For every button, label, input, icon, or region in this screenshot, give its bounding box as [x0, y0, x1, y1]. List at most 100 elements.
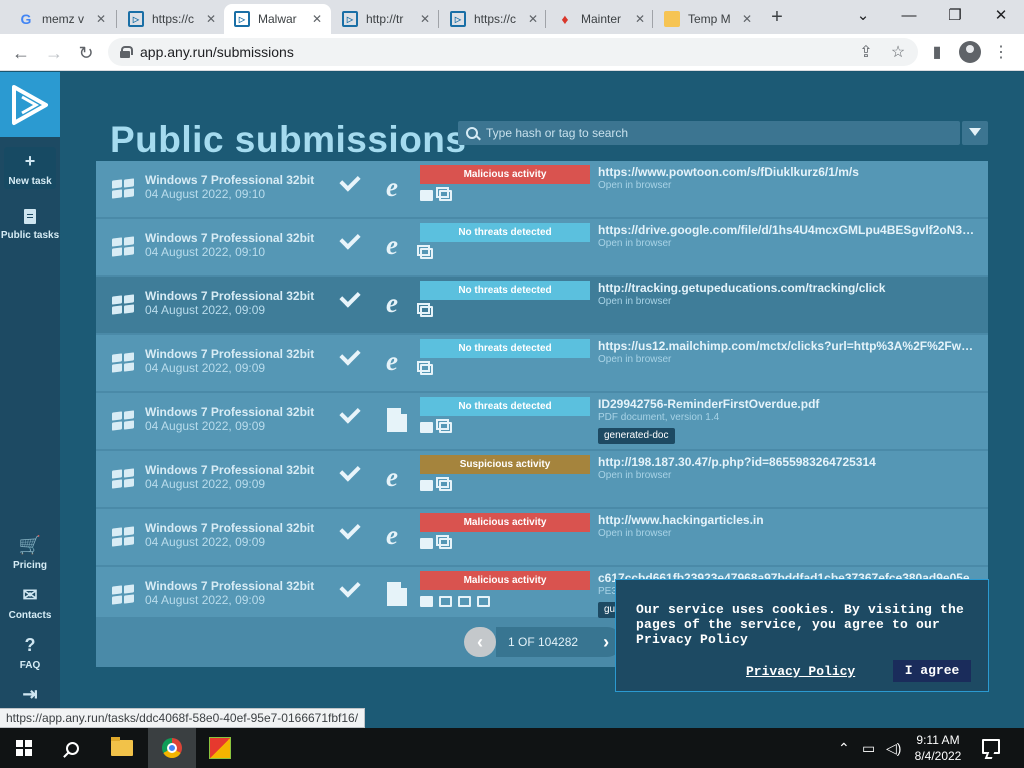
logout-button[interactable]: ⇥ [0, 684, 60, 709]
windows-os-icon [112, 352, 136, 373]
browser-tab[interactable]: Temp M ✕ [654, 4, 761, 34]
close-icon[interactable]: ✕ [417, 12, 433, 26]
submission-date: 04 August 2022, 09:10 [145, 187, 266, 201]
tab-title: https://c [152, 12, 195, 26]
clock-time: 9:11 AM [916, 733, 960, 747]
submission-subtitle: Open in browser [598, 238, 672, 249]
browser-tab-active[interactable]: ▷ Malwar ✕ [224, 4, 331, 34]
search-icon [65, 741, 79, 755]
process-icon [420, 480, 433, 491]
submission-target[interactable]: https://www.powtoon.com/s/fDiuklkurz6/1/… [598, 165, 978, 179]
browser-tab[interactable]: ▷ http://tr ✕ [332, 4, 439, 34]
new-task-button[interactable]: + New task [4, 147, 56, 189]
contacts-button[interactable]: ✉ Contacts [0, 585, 60, 621]
tab-title: http://tr [366, 12, 404, 26]
network-icon[interactable]: ▭ [862, 728, 875, 768]
windows-icon [436, 535, 452, 549]
submission-target[interactable]: https://drive.google.com/file/d/1hs4U4mc… [598, 223, 978, 237]
volume-icon[interactable]: ◁) [886, 728, 901, 768]
close-icon[interactable]: ✕ [309, 12, 325, 26]
file-icon [387, 582, 407, 606]
system-clock[interactable]: 9:11 AM 8/4/2022 [906, 732, 970, 764]
public-tasks-button[interactable]: Public tasks [0, 209, 60, 241]
file-explorer-button[interactable] [98, 728, 146, 768]
bookmark-star-icon[interactable]: ☆ [887, 42, 909, 64]
filter-button[interactable] [962, 121, 988, 145]
submission-row[interactable]: Windows 7 Professional 32bit 04 August 20… [96, 219, 988, 275]
forward-button[interactable]: → [41, 40, 67, 66]
new-tab-button[interactable]: + [766, 6, 788, 28]
address-bar[interactable]: app.any.run/submissions [108, 38, 918, 66]
submission-date: 04 August 2022, 09:09 [145, 593, 266, 607]
reload-button[interactable]: ↻ [73, 40, 99, 66]
search-input[interactable]: Type hash or tag to search [458, 121, 960, 145]
cookie-banner: Our service uses cookies. By visiting th… [615, 579, 989, 692]
close-window-button[interactable]: ✕ [978, 3, 1024, 29]
pricing-button[interactable]: 🛒 Pricing [0, 535, 60, 571]
submission-row[interactable]: Windows 7 Professional 32bit 04 August 20… [96, 393, 988, 449]
browser-tab[interactable]: ♦ Mainter ✕ [547, 4, 654, 34]
profile-avatar[interactable] [959, 41, 981, 63]
windows-os-icon [112, 526, 136, 547]
browser-tab[interactable]: ▷ https://c ✕ [440, 4, 547, 34]
browser-toolbar: ← → ↻ app.any.run/submissions ⇪ ☆ ▮ ⋮ [0, 34, 1024, 71]
anyrun-logo-icon [12, 84, 48, 125]
start-button[interactable] [0, 728, 48, 768]
screen: G memz v ✕ ▷ https://c ✕ ▷ Malwar ✕ ▷ ht… [0, 0, 1024, 768]
back-button[interactable]: ← [8, 40, 34, 66]
indicator-icons [417, 361, 433, 375]
indicator-icons [420, 419, 452, 433]
side-panel-icon[interactable]: ▮ [926, 42, 948, 64]
anyrun-logo[interactable] [0, 72, 60, 137]
agree-button[interactable]: I agree [893, 660, 971, 682]
menu-icon[interactable]: ⋮ [990, 42, 1012, 64]
submission-row[interactable]: Windows 7 Professional 32bit 04 August 20… [96, 509, 988, 565]
taskbar-search-button[interactable] [48, 728, 96, 768]
chrome-taskbar-button[interactable] [148, 728, 196, 768]
tab-title: Temp M [688, 12, 731, 26]
browser-tab-strip: G memz v ✕ ▷ https://c ✕ ▷ Malwar ✕ ▷ ht… [0, 0, 1024, 34]
status-bar-url: https://app.any.run/tasks/ddc4068f-58e0-… [0, 708, 366, 728]
close-icon[interactable]: ✕ [739, 12, 755, 26]
close-icon[interactable]: ✕ [632, 12, 648, 26]
notifications-icon[interactable] [982, 739, 1000, 754]
os-name: Windows 7 Professional 32bit [145, 173, 315, 187]
submission-subtitle: Open in browser [598, 470, 672, 481]
faq-button[interactable]: ? FAQ [0, 635, 60, 671]
submission-row[interactable]: Windows 7 Professional 32bit 04 August 20… [96, 451, 988, 507]
verdict-badge: Malicious activity [420, 513, 590, 532]
indicator-icons [420, 477, 452, 491]
browser-tab[interactable]: ▷ https://c ✕ [118, 4, 225, 34]
tab-search-icon[interactable]: ⌄ [840, 3, 886, 29]
minimize-button[interactable]: — [886, 3, 932, 29]
submission-row[interactable]: Windows 7 Professional 32bit 04 August 20… [96, 335, 988, 391]
submission-target[interactable]: http://www.hackingarticles.in [598, 513, 978, 527]
submission-row[interactable]: Windows 7 Professional 32bit 04 August 20… [96, 161, 988, 217]
close-icon[interactable]: ✕ [93, 12, 109, 26]
public-tasks-label: Public tasks [0, 230, 60, 241]
indicator-icons [417, 245, 433, 259]
page-title: Public submissions [110, 119, 467, 160]
submission-target[interactable]: http://tracking.getupeducations.com/trac… [598, 281, 978, 295]
indicator-icons [417, 303, 433, 317]
check-icon [339, 460, 361, 482]
tray-chevron-icon[interactable]: ⌃ [838, 728, 850, 768]
close-icon[interactable]: ✕ [203, 12, 219, 26]
submission-target[interactable]: https://us12.mailchimp.com/mctx/clicks?u… [598, 339, 978, 353]
verdict-badge: Suspicious activity [420, 455, 590, 474]
submission-row[interactable]: Windows 7 Professional 32bit 04 August 20… [96, 277, 988, 333]
anyrun-icon: ▷ [234, 11, 250, 27]
submission-target[interactable]: http://198.187.30.47/p.php?id=8655983264… [598, 455, 978, 469]
tag-badge[interactable]: generated-doc [598, 428, 675, 444]
new-task-label: New task [8, 176, 52, 187]
app-taskbar-button[interactable] [196, 728, 244, 768]
browser-tab[interactable]: G memz v ✕ [8, 4, 115, 34]
share-icon[interactable]: ⇪ [855, 42, 877, 64]
restore-button[interactable]: ❐ [932, 3, 978, 29]
windows-os-icon [112, 294, 136, 315]
prev-page-button[interactable]: ‹ [464, 627, 496, 657]
privacy-policy-link[interactable]: Privacy Policy [746, 664, 855, 679]
submission-target[interactable]: ID29942756-ReminderFirstOverdue.pdf [598, 397, 978, 411]
chrome-icon [162, 738, 182, 758]
close-icon[interactable]: ✕ [525, 12, 541, 26]
